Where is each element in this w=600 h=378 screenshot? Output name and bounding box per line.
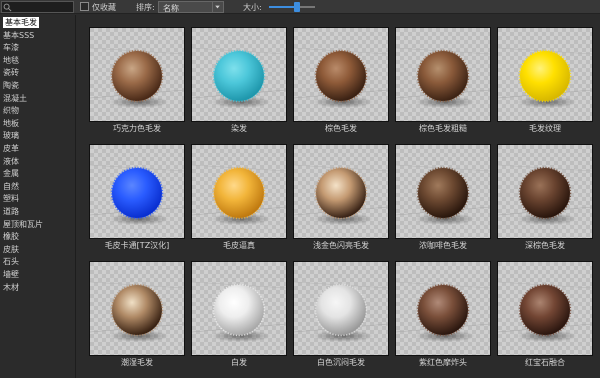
material-thumbnail[interactable] xyxy=(293,144,389,239)
category-item[interactable]: 屋顶和瓦片 xyxy=(3,219,43,230)
category-item[interactable]: 橡胶 xyxy=(3,231,19,242)
material-card[interactable]: 白发 xyxy=(191,261,287,373)
search-input[interactable] xyxy=(1,1,74,13)
size-slider-fill xyxy=(269,6,297,8)
material-card[interactable]: 深棕色毛发 xyxy=(497,144,593,256)
material-thumbnail[interactable] xyxy=(89,27,185,122)
favorites-only-checkbox[interactable] xyxy=(80,2,89,11)
material-name: 深棕色毛发 xyxy=(525,241,565,250)
category-item[interactable]: 陶瓷 xyxy=(3,80,19,91)
category-item[interactable]: 基本毛发 xyxy=(3,17,39,28)
sort-dropdown-value: 名称 xyxy=(163,4,179,13)
material-name: 白色沉闷毛发 xyxy=(317,358,365,367)
category-list: 基本毛发基本SSS 车漆地毯 瓷砖陶瓷混凝土 织物地板 玻璃皮革液体 金属自然 塑料道路屋顶… xyxy=(0,15,76,378)
category-item[interactable]: 地板 xyxy=(3,118,19,129)
category-item[interactable]: 石头 xyxy=(3,256,19,267)
material-thumbnail[interactable] xyxy=(89,261,185,356)
category-item[interactable]: 塑料 xyxy=(3,193,19,204)
category-item[interactable]: 道路 xyxy=(3,206,19,217)
material-card[interactable]: 紫红色摩炸头 xyxy=(395,261,491,373)
category-item[interactable]: 自然 xyxy=(3,181,19,192)
category-item[interactable]: 车漆 xyxy=(3,42,19,53)
category-item[interactable]: 地毯 xyxy=(3,55,19,66)
category-item[interactable]: 液体 xyxy=(3,156,19,167)
material-thumbnail[interactable] xyxy=(191,27,287,122)
material-name: 毛发纹理 xyxy=(529,124,561,133)
category-item[interactable]: 瓷砖 xyxy=(3,67,19,78)
material-card[interactable]: 潮湿毛发 xyxy=(89,261,185,373)
material-name: 棕色毛发 xyxy=(325,124,357,133)
category-item[interactable]: 木材 xyxy=(3,282,19,293)
material-thumbnail[interactable] xyxy=(497,27,593,122)
material-thumbnail[interactable] xyxy=(497,261,593,356)
category-item[interactable]: 皮革 xyxy=(3,143,19,154)
material-card[interactable]: 棕色毛发粗糙 xyxy=(395,27,491,139)
material-thumbnail[interactable] xyxy=(293,27,389,122)
material-name: 毛皮逼真 xyxy=(223,241,255,250)
sort-label: 排序: xyxy=(136,3,155,12)
category-item[interactable]: 墙壁 xyxy=(3,269,19,280)
material-name: 潮湿毛发 xyxy=(121,358,153,367)
material-name: 毛皮卡通[TZ汉化] xyxy=(104,241,170,250)
category-item[interactable]: 玻璃 xyxy=(3,130,19,141)
material-card[interactable]: 白色沉闷毛发 xyxy=(293,261,389,373)
category-item[interactable]: 皮肤 xyxy=(3,244,19,255)
material-name: 染发 xyxy=(231,124,247,133)
material-card[interactable]: 巧克力色毛发 xyxy=(89,27,185,139)
material-name: 白发 xyxy=(231,358,247,367)
category-item[interactable]: 基本SSS xyxy=(3,30,34,41)
chevron-down-icon xyxy=(212,2,220,12)
material-name: 巧克力色毛发 xyxy=(113,124,161,133)
material-grid: 巧克力色毛发 染发 棕色毛发 棕色毛发粗糙 毛发纹理毛皮卡通[TZ汉化] 毛皮逼真 浅金色闪… xyxy=(80,15,600,378)
favorites-only-label: 仅收藏 xyxy=(92,3,116,12)
material-name: 浓咖啡色毛发 xyxy=(419,241,467,250)
material-card[interactable]: 红宝石融合 xyxy=(497,261,593,373)
material-card[interactable]: 棕色毛发 xyxy=(293,27,389,139)
size-slider[interactable] xyxy=(269,2,315,12)
category-item[interactable]: 金属 xyxy=(3,168,19,179)
material-card[interactable]: 毛发纹理 xyxy=(497,27,593,139)
material-card[interactable]: 染发 xyxy=(191,27,287,139)
material-card[interactable]: 毛皮逼真 xyxy=(191,144,287,256)
category-item[interactable]: 织物 xyxy=(3,105,19,116)
material-name: 红宝石融合 xyxy=(525,358,565,367)
search-icon xyxy=(3,3,12,12)
material-thumbnail[interactable] xyxy=(395,144,491,239)
size-slider-handle[interactable] xyxy=(293,2,300,12)
material-name: 棕色毛发粗糙 xyxy=(419,124,467,133)
material-thumbnail[interactable] xyxy=(395,27,491,122)
material-thumbnail[interactable] xyxy=(191,261,287,356)
material-thumbnail[interactable] xyxy=(89,144,185,239)
material-card[interactable]: 浓咖啡色毛发 xyxy=(395,144,491,256)
material-card[interactable]: 浅金色闪亮毛发 xyxy=(293,144,389,256)
sort-dropdown[interactable]: 名称 xyxy=(158,1,224,13)
category-item[interactable]: 混凝土 xyxy=(3,93,27,104)
material-thumbnail[interactable] xyxy=(395,261,491,356)
material-thumbnail[interactable] xyxy=(293,261,389,356)
material-thumbnail[interactable] xyxy=(497,144,593,239)
material-name: 紫红色摩炸头 xyxy=(419,358,467,367)
size-label: 大小: xyxy=(243,3,262,12)
material-name: 浅金色闪亮毛发 xyxy=(313,241,369,250)
toolbar: 仅收藏 排序: 名称 大小: xyxy=(0,0,600,14)
material-thumbnail[interactable] xyxy=(191,144,287,239)
material-card[interactable]: 毛皮卡通[TZ汉化] xyxy=(89,144,185,256)
material-browser: 仅收藏 排序: 名称 大小: 基本毛发基本SSS 车漆地毯 瓷砖陶瓷混凝土 织物地板玻… xyxy=(0,0,600,378)
